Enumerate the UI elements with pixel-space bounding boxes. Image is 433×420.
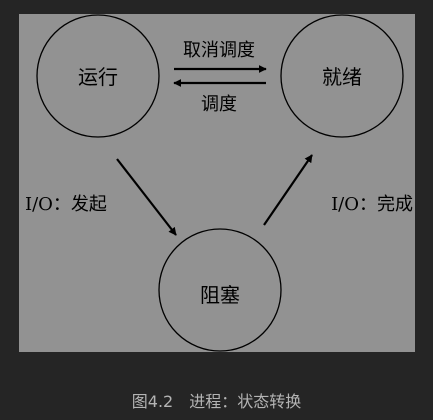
label-io-start: I/O：发起: [25, 194, 107, 215]
state-diagram: 运行 就绪 阻塞 取消调度 调度 I/O：发起 I/O：完成: [25, 14, 413, 352]
state-running-label: 运行: [78, 65, 118, 89]
state-blocked-label: 阻塞: [200, 283, 240, 307]
label-cancel-schedule: 取消调度: [183, 40, 255, 61]
label-io-done: I/O：完成: [331, 194, 413, 215]
label-schedule: 调度: [201, 94, 237, 115]
arrow-io-done: [263, 154, 313, 226]
state-ready: 就绪: [280, 14, 404, 138]
figure-caption: 图4.2 进程：状态转换: [131, 392, 302, 411]
state-running: 运行: [36, 14, 160, 138]
arrow-io-start: [116, 158, 177, 236]
state-blocked: 阻塞: [158, 228, 282, 352]
state-ready-label: 就绪: [322, 65, 362, 89]
